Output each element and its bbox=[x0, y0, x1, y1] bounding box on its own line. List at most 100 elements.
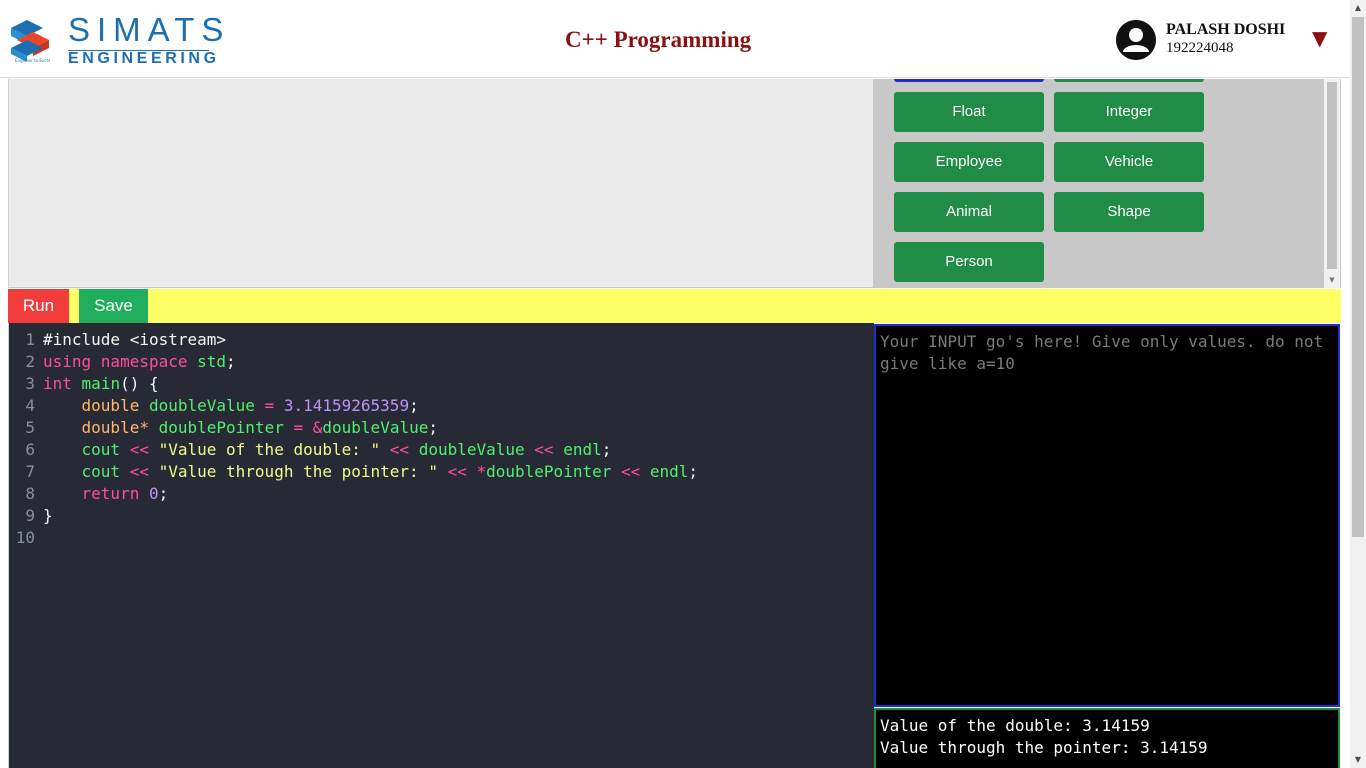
code-line[interactable]: 7 cout << "Value through the pointer: " … bbox=[9, 461, 698, 483]
program-button-float[interactable]: Float bbox=[894, 92, 1044, 132]
page-scroll-thumb[interactable] bbox=[1352, 17, 1364, 537]
line-number: 10 bbox=[15, 528, 35, 547]
code-token: << bbox=[380, 440, 419, 459]
program-input-textarea[interactable]: Your INPUT go's here! Give only values. … bbox=[874, 324, 1340, 707]
code-line[interactable]: 1 #include <iostream> bbox=[9, 329, 226, 351]
save-button[interactable]: Save bbox=[79, 289, 148, 323]
program-button-animal[interactable]: Animal bbox=[894, 192, 1044, 232]
code-token: main bbox=[81, 374, 121, 393]
simats-logo-icon bbox=[11, 20, 49, 62]
code-line[interactable]: 8 return 0; bbox=[9, 483, 168, 505]
code-token: doubleValue bbox=[322, 418, 429, 437]
code-line[interactable]: 2 using namespace std; bbox=[9, 351, 236, 373]
code-token: doubleValue bbox=[148, 396, 255, 415]
code-line[interactable]: 9} bbox=[9, 505, 53, 527]
code-token: cout bbox=[81, 462, 121, 481]
code-token: ; bbox=[601, 440, 612, 459]
line-number: 7 bbox=[25, 462, 35, 481]
code-token: using namespace bbox=[43, 352, 188, 371]
code-line[interactable]: 10 bbox=[9, 527, 43, 549]
line-number: 5 bbox=[25, 418, 35, 437]
code-token: ; bbox=[158, 484, 169, 503]
code-token: endl bbox=[563, 440, 602, 459]
code-editor[interactable]: 1 #include <iostream> 2 using namespace std… bbox=[8, 323, 874, 768]
user-name: PALASH DOSHI bbox=[1166, 21, 1286, 38]
code-token: doubleValue bbox=[418, 440, 525, 459]
editor-toolbar: Run Save bbox=[8, 289, 1341, 323]
code-token: #include <iostream> bbox=[43, 330, 227, 349]
code-token: ; bbox=[226, 352, 236, 371]
line-number: 9 bbox=[25, 506, 35, 525]
code-token: << bbox=[524, 440, 564, 459]
code-token: "Value of the double: " bbox=[158, 440, 381, 459]
code-token: cout bbox=[81, 440, 121, 459]
logo-text-engineering: ENGINEERING bbox=[68, 50, 220, 67]
line-number: 6 bbox=[25, 440, 35, 459]
code-token: doublePointer bbox=[486, 462, 612, 481]
line-number: 4 bbox=[25, 396, 35, 415]
code-line[interactable]: 5 double* doublePointer = &doubleValue; bbox=[9, 417, 438, 439]
line-number: 1 bbox=[25, 330, 35, 349]
user-id: 192224048 bbox=[1166, 40, 1234, 56]
scroll-up-arrow-icon[interactable]: ▲ bbox=[1350, 0, 1366, 16]
program-buttons-panel: Float Integer Employee Vehicle Animal Sh… bbox=[873, 79, 1341, 288]
code-token: 0 bbox=[148, 484, 159, 503]
logo-text-simats: SIMATS bbox=[68, 11, 231, 48]
program-button-person[interactable]: Person bbox=[894, 242, 1044, 282]
program-panel-scroll-thumb[interactable] bbox=[1327, 82, 1337, 269]
code-token: std bbox=[197, 352, 227, 371]
line-number: 8 bbox=[25, 484, 35, 503]
output-line: Value through the pointer: 3.14159 bbox=[880, 738, 1208, 757]
page-scrollbar[interactable]: ▲ ▼ bbox=[1350, 0, 1366, 768]
code-token: ; bbox=[428, 418, 438, 437]
code-token: << bbox=[120, 440, 159, 459]
user-avatar-icon bbox=[1116, 20, 1156, 60]
program-output-console: Value of the double: 3.14159 Value throug… bbox=[874, 708, 1340, 768]
simats-logo[interactable]: SIMATS ENGINEERING Engineer to Excel bbox=[7, 12, 223, 68]
program-panel-scrollbar[interactable]: ▼ bbox=[1324, 79, 1340, 288]
code-token: return bbox=[81, 484, 140, 503]
program-button-shape[interactable]: Shape bbox=[1054, 192, 1204, 232]
run-button[interactable]: Run bbox=[8, 289, 69, 323]
code-token: ; bbox=[688, 462, 699, 481]
program-button-employee[interactable]: Employee bbox=[894, 142, 1044, 182]
code-token: = bbox=[254, 396, 284, 415]
user-menu-dropdown-icon[interactable]: ▼ bbox=[1312, 28, 1327, 48]
program-button-hidden-1[interactable] bbox=[894, 79, 1044, 82]
code-token: "Value through the pointer: " bbox=[158, 462, 438, 481]
output-line: Value of the double: 3.14159 bbox=[880, 716, 1150, 735]
code-token: 3.14159265359 bbox=[283, 396, 410, 415]
logo-tagline: Engineer to Excel bbox=[15, 58, 50, 63]
program-button-hidden-2[interactable] bbox=[1054, 79, 1204, 82]
panel-scroll-down-arrow-icon[interactable]: ▼ bbox=[1324, 273, 1340, 287]
code-token: * bbox=[476, 462, 487, 481]
line-number: 3 bbox=[25, 374, 35, 393]
line-number: 2 bbox=[25, 352, 35, 371]
code-token: int bbox=[43, 374, 72, 393]
code-line[interactable]: 6 cout << "Value of the double: " << dou… bbox=[9, 439, 611, 461]
code-token: & bbox=[312, 418, 323, 437]
code-line[interactable]: 3 int main() { bbox=[9, 373, 159, 395]
program-button-vehicle[interactable]: Vehicle bbox=[1054, 142, 1204, 182]
scroll-down-arrow-icon[interactable]: ▼ bbox=[1350, 752, 1366, 768]
code-token: double* bbox=[81, 418, 149, 437]
code-token: << bbox=[611, 462, 650, 481]
code-token: () { bbox=[120, 374, 159, 393]
code-token: endl bbox=[649, 462, 689, 481]
program-button-integer[interactable]: Integer bbox=[1054, 92, 1204, 132]
code-token: ; bbox=[409, 396, 419, 415]
code-token: } bbox=[43, 506, 53, 525]
code-line[interactable]: 4 double doubleValue = 3.14159265359; bbox=[9, 395, 419, 417]
header: SIMATS ENGINEERING Engineer to Excel C++… bbox=[0, 0, 1350, 78]
code-token: = bbox=[283, 418, 313, 437]
